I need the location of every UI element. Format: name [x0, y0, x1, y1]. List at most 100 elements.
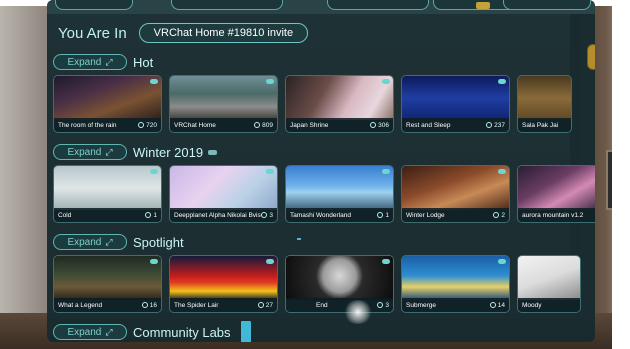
- world-name: Sala Pak Jai: [522, 121, 559, 129]
- you-are-in-section: You Are In VRChat Home #19810 invite: [58, 22, 309, 44]
- user-count: 27: [265, 301, 273, 309]
- world-tile[interactable]: Winter Lodge 2: [401, 165, 510, 223]
- user-count-icon: [261, 212, 268, 218]
- expand-arrows-icon: ⤢: [105, 146, 113, 157]
- scrollbar-handle[interactable]: [587, 44, 595, 70]
- row-indicator: [297, 238, 301, 240]
- scroll-indicator: [240, 321, 251, 342]
- platform-icon: [266, 259, 274, 264]
- world-caption: What a Legend 16: [54, 298, 161, 312]
- world-name: Tamashi Wonderland: [290, 211, 351, 219]
- row-header-community-labs: Expand ⤢ Community Labs: [53, 321, 251, 342]
- world-name: Winter Lodge: [406, 211, 445, 219]
- user-count: 2: [501, 211, 505, 219]
- expand-label: Expand: [67, 236, 102, 248]
- world-tile[interactable]: aurora mountain v1.2: [517, 165, 595, 223]
- expand-button[interactable]: Expand ⤢: [53, 234, 127, 250]
- platform-icon: [498, 259, 506, 264]
- expand-label: Expand: [67, 56, 102, 68]
- world-tile[interactable]: Rest and Sleep 237: [401, 75, 510, 133]
- image-border: [612, 0, 630, 349]
- world-thumbnail: [54, 256, 161, 300]
- expand-button[interactable]: Expand ⤢: [53, 54, 127, 70]
- expand-label: Expand: [67, 326, 102, 338]
- platform-icon: [266, 79, 274, 84]
- user-count-icon: [493, 212, 500, 218]
- platform-icon: [498, 169, 506, 174]
- world-tile[interactable]: Deepplanet Alpha Nikolai Bvisters 3: [169, 165, 278, 223]
- expand-label: Expand: [67, 146, 102, 158]
- world-tile[interactable]: The room of the rain 720: [53, 75, 162, 133]
- world-caption: Cold 1: [54, 208, 161, 222]
- current-world-button[interactable]: VRChat Home #19810 invite: [138, 23, 309, 43]
- you-are-in-label: You Are In: [58, 24, 127, 42]
- world-tile[interactable]: VRChat Home 809: [169, 75, 278, 133]
- world-name: VRChat Home: [174, 121, 216, 129]
- world-name: Rest and Sleep: [406, 121, 451, 129]
- world-thumbnail: [518, 166, 595, 210]
- world-tile[interactable]: Japan Shrine 306: [285, 75, 394, 133]
- world-thumbnail: [54, 166, 161, 210]
- world-thumbnail: [402, 76, 509, 120]
- row-title: Spotlight: [133, 234, 184, 250]
- expand-button[interactable]: Expand ⤢: [53, 324, 127, 340]
- platform-icon: [382, 169, 390, 174]
- user-count: 306: [378, 121, 389, 129]
- world-thumbnail: [170, 256, 277, 300]
- laser-pointer-glow: [343, 300, 373, 324]
- platform-icon: [150, 79, 158, 84]
- world-tile[interactable]: Sala Pak Jai: [517, 75, 572, 133]
- expand-arrows-icon: ⤢: [105, 236, 113, 247]
- world-tile[interactable]: Cold 1: [53, 165, 162, 223]
- world-thumbnail: [170, 76, 277, 120]
- world-caption: Moody: [518, 298, 580, 312]
- platform-icon: [150, 259, 158, 264]
- platform-icon: [382, 79, 390, 84]
- user-count: 14: [497, 301, 505, 309]
- expand-button[interactable]: Expand ⤢: [53, 144, 127, 160]
- world-name: The room of the rain: [58, 121, 117, 129]
- world-caption: Submerge 14: [402, 298, 509, 312]
- platform-icon: [150, 169, 158, 174]
- worlds-menu-panel: You Are In VRChat Home #19810 invite Exp…: [47, 0, 595, 342]
- user-count-icon: [377, 212, 384, 218]
- user-count: 1: [153, 211, 157, 219]
- row-header-spotlight: Expand ⤢ Spotlight: [53, 233, 184, 251]
- world-thumbnail: [54, 76, 161, 120]
- user-count-icon: [370, 122, 377, 128]
- row-title: Hot: [133, 54, 154, 70]
- world-thumbnail: [286, 76, 393, 120]
- user-count: 16: [149, 301, 157, 309]
- user-count: 809: [262, 121, 273, 129]
- strip-tile[interactable]: [171, 0, 283, 10]
- row-header-hot: Expand ⤢ Hot: [53, 53, 153, 71]
- world-thumbnail: [402, 256, 509, 300]
- world-tile[interactable]: End 3: [285, 255, 394, 313]
- world-name: The Spider Lair: [174, 301, 219, 309]
- strip-tile[interactable]: [503, 0, 591, 10]
- world-caption: The room of the rain 720: [54, 118, 161, 132]
- world-name: Submerge: [406, 301, 436, 309]
- user-count-icon: [257, 302, 264, 308]
- world-caption: End 3: [286, 298, 393, 312]
- world-caption: Tamashi Wonderland 1: [286, 208, 393, 222]
- strip-tile[interactable]: [327, 0, 429, 10]
- world-name: Moody: [522, 301, 542, 309]
- user-count-icon: [254, 122, 261, 128]
- world-thumbnail: [286, 256, 393, 300]
- world-tile[interactable]: The Spider Lair 27: [169, 255, 278, 313]
- world-tile[interactable]: Submerge 14: [401, 255, 510, 313]
- user-count-icon: [141, 302, 148, 308]
- world-tile[interactable]: What a Legend 16: [53, 255, 162, 313]
- world-name: What a Legend: [58, 301, 103, 309]
- user-count: 3: [385, 301, 389, 309]
- user-count: 720: [146, 121, 157, 129]
- strip-tile[interactable]: [55, 0, 133, 10]
- platform-icon: [498, 79, 506, 84]
- world-caption: Rest and Sleep 237: [402, 118, 509, 132]
- user-count-icon: [489, 302, 496, 308]
- world-tile[interactable]: Moody: [517, 255, 581, 313]
- world-tile[interactable]: Tamashi Wonderland 1: [285, 165, 394, 223]
- world-thumbnail: [518, 76, 571, 120]
- user-count-icon: [145, 212, 152, 218]
